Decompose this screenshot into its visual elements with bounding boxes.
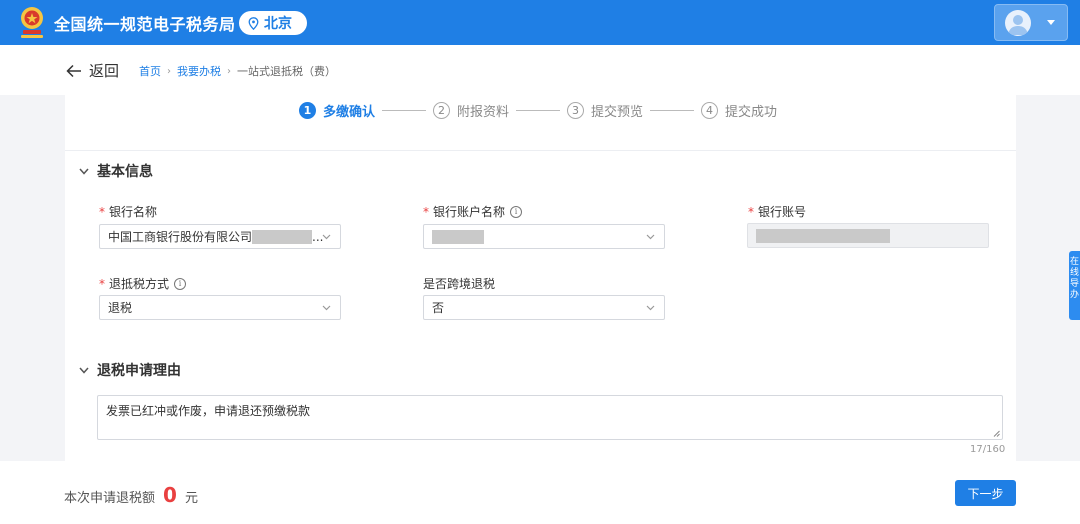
chevron-down-icon bbox=[79, 168, 89, 175]
step-number: 2 bbox=[433, 101, 451, 119]
account-number-field bbox=[747, 223, 989, 248]
refund-amount-summary: 本次申请退税额 0 元 bbox=[64, 483, 198, 507]
required-mark: * bbox=[99, 204, 105, 219]
app-title: 全国统一规范电子税务局 bbox=[54, 15, 236, 34]
section-title: 基本信息 bbox=[97, 164, 153, 180]
label-text: 是否跨境退税 bbox=[423, 277, 496, 291]
amount-unit: 元 bbox=[184, 491, 198, 506]
location-pin-icon bbox=[248, 16, 259, 30]
back-button[interactable]: 返回 bbox=[66, 60, 119, 81]
account-number-label: * 银行账号 bbox=[748, 203, 806, 220]
info-icon[interactable]: i bbox=[174, 277, 187, 290]
refund-method-value: 退税 bbox=[108, 301, 133, 315]
online-guide-tab[interactable]: 在线导办 bbox=[1069, 251, 1080, 320]
step-2: 2 附报资料 bbox=[433, 101, 509, 120]
step-connector bbox=[650, 109, 695, 111]
bank-name-value: 中国工商银行股份有限公司 bbox=[108, 230, 253, 244]
divider bbox=[65, 150, 1016, 151]
step-4: 4 提交成功 bbox=[701, 101, 777, 120]
cross-border-select[interactable]: 否 bbox=[423, 295, 665, 320]
chevron-down-icon bbox=[79, 367, 89, 374]
refund-reason-textarea[interactable]: 发票已红冲或作废，申请退还预缴税款 bbox=[97, 395, 1003, 440]
city-label: 北京 bbox=[264, 16, 292, 32]
section-title: 退税申请理由 bbox=[97, 363, 181, 379]
amount-label: 本次申请退税额 bbox=[64, 491, 156, 506]
tax-emblem-icon bbox=[21, 7, 43, 38]
chevron-down-icon bbox=[322, 234, 331, 240]
char-counter: 17/160 bbox=[970, 444, 1006, 455]
breadcrumb-tax-handling[interactable]: 我要办税 bbox=[177, 63, 221, 79]
label-text: 银行账户名称 bbox=[433, 205, 506, 219]
step-1: 1 多缴确认 bbox=[299, 101, 375, 120]
info-icon[interactable]: i bbox=[510, 205, 523, 218]
step-label: 提交预览 bbox=[591, 104, 644, 120]
step-number: 3 bbox=[567, 101, 585, 119]
chevron-down-icon bbox=[646, 234, 655, 240]
step-3: 3 提交预览 bbox=[567, 101, 643, 120]
chevron-down-icon bbox=[646, 305, 655, 311]
bank-name-select[interactable]: 中国工商银行股份有限公司 ... bbox=[99, 224, 341, 249]
bank-name-label: * 银行名称 bbox=[99, 203, 157, 220]
back-label: 返回 bbox=[89, 62, 120, 80]
step-label: 提交成功 bbox=[725, 104, 778, 120]
refund-method-label: * 退抵税方式 i bbox=[99, 275, 187, 292]
next-step-button[interactable]: 下一步 bbox=[955, 480, 1016, 506]
required-mark: * bbox=[99, 276, 105, 291]
cross-border-label: 是否跨境退税 bbox=[423, 275, 495, 292]
user-avatar-icon bbox=[1005, 10, 1031, 36]
account-name-select[interactable] bbox=[423, 224, 665, 249]
refund-reason-text: 发票已红冲或作废，申请退还预缴税款 bbox=[106, 404, 311, 418]
step-number: 1 bbox=[299, 101, 316, 119]
breadcrumb-separator-icon: › bbox=[167, 65, 171, 77]
label-text: 银行账号 bbox=[758, 205, 807, 219]
arrow-left-icon bbox=[66, 64, 81, 77]
chevron-down-icon bbox=[1047, 20, 1055, 25]
label-text: 退抵税方式 bbox=[109, 277, 170, 291]
city-selector[interactable]: 北京 bbox=[239, 11, 307, 35]
step-label: 附报资料 bbox=[457, 104, 510, 120]
label-text: 银行名称 bbox=[109, 205, 158, 219]
required-mark: * bbox=[748, 204, 754, 219]
step-label: 多缴确认 bbox=[323, 104, 376, 120]
main-form-card: 1 多缴确认 2 附报资料 3 提交预览 4 提交成功 基本信息 * 银行名称 … bbox=[65, 95, 1016, 461]
amount-value: 0 bbox=[163, 483, 177, 507]
breadcrumb: 首页 › 我要办税 › 一站式退抵税（费） bbox=[139, 63, 336, 79]
breadcrumb-home[interactable]: 首页 bbox=[139, 63, 161, 79]
step-connector bbox=[516, 109, 561, 111]
section-basic-info-toggle[interactable]: 基本信息 bbox=[79, 161, 153, 181]
redacted-block bbox=[756, 228, 890, 243]
step-number: 4 bbox=[701, 101, 719, 119]
section-reason-toggle[interactable]: 退税申请理由 bbox=[79, 360, 181, 380]
redacted-block bbox=[432, 229, 484, 244]
footer-bar: 本次申请退税额 0 元 下一步 bbox=[0, 461, 1080, 524]
breadcrumb-separator-icon: › bbox=[227, 65, 231, 77]
user-menu[interactable] bbox=[994, 4, 1068, 41]
step-indicator: 1 多缴确认 2 附报资料 3 提交预览 4 提交成功 bbox=[299, 100, 777, 120]
account-name-label: * 银行账户名称 i bbox=[423, 203, 523, 220]
chevron-down-icon bbox=[322, 305, 331, 311]
cross-border-value: 否 bbox=[432, 301, 445, 315]
refund-method-select[interactable]: 退税 bbox=[99, 295, 341, 320]
breadcrumb-current: 一站式退抵税（费） bbox=[237, 65, 336, 78]
redacted-block bbox=[252, 229, 313, 244]
top-header: 全国统一规范电子税务局 北京 bbox=[0, 0, 1080, 45]
step-connector bbox=[382, 109, 427, 111]
required-mark: * bbox=[423, 204, 429, 219]
resize-handle-icon[interactable] bbox=[993, 430, 1000, 437]
nav-bar: 返回 首页 › 我要办税 › 一站式退抵税（费） bbox=[0, 45, 1080, 95]
